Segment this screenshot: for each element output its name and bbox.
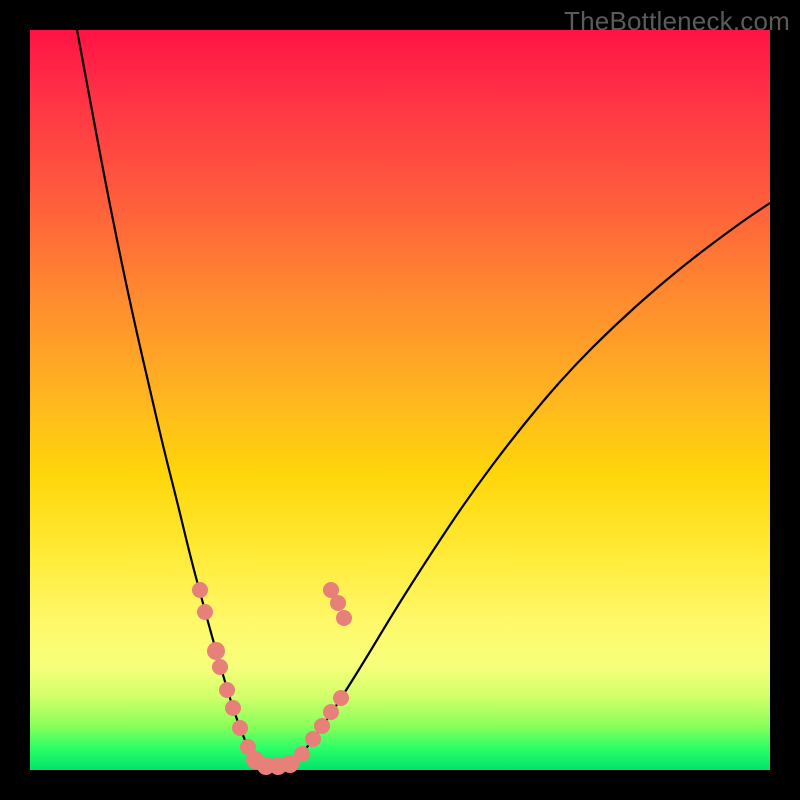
bead-dot (305, 731, 321, 747)
frame-background: TheBottleneck.com (0, 0, 800, 800)
bead-dot (314, 718, 330, 734)
bead-dot (330, 595, 346, 611)
bead-dot (333, 690, 349, 706)
bead-dot (212, 659, 228, 675)
chart-svg (30, 30, 770, 770)
bottleneck-curve (77, 30, 770, 767)
bead-dot (219, 682, 235, 698)
bead-dot (323, 704, 339, 720)
bead-group (192, 582, 352, 775)
plot-area (30, 30, 770, 770)
bead-dot (192, 582, 208, 598)
bead-dot (294, 746, 310, 762)
bead-dot (225, 700, 241, 716)
bead-dot (336, 610, 352, 626)
bead-dot (197, 604, 213, 620)
bead-dot (232, 720, 248, 736)
bead-dot (207, 642, 225, 660)
